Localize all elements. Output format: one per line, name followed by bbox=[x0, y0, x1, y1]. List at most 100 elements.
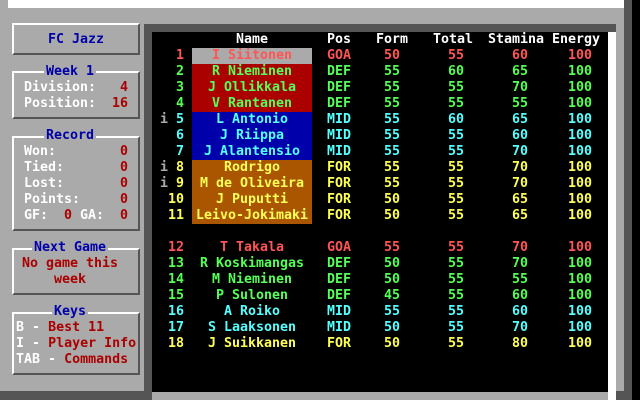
player-form: 50 bbox=[383, 192, 400, 207]
player-energy: 100 bbox=[567, 80, 592, 95]
record-title-text: Record bbox=[43, 128, 97, 143]
player-info-marker bbox=[160, 272, 168, 288]
player-row[interactable]: i 8 Rodrigo FOR 55 55 70 100 bbox=[152, 160, 608, 176]
player-form: 50 bbox=[383, 256, 400, 271]
player-position: GOA bbox=[327, 240, 352, 255]
header-energy: Energy bbox=[552, 32, 601, 47]
player-energy: 100 bbox=[567, 336, 592, 351]
player-stamina: 60 bbox=[511, 288, 528, 303]
key-best-11[interactable]: B - Best 11 bbox=[16, 320, 104, 336]
player-total: 55 bbox=[447, 288, 464, 303]
player-row[interactable]: 3 J Ollikkala DEF 55 55 70 100 bbox=[152, 80, 608, 96]
player-info-marker: i bbox=[160, 160, 169, 175]
player-total: 55 bbox=[447, 304, 464, 319]
player-form: 50 bbox=[383, 336, 400, 351]
header-form: Form bbox=[376, 32, 409, 47]
player-row[interactable]: 7 J Alantensio MID 55 55 70 100 bbox=[152, 144, 608, 160]
player-energy: 100 bbox=[567, 96, 592, 111]
player-row[interactable]: 14 M Nieminen DEF 50 55 55 100 bbox=[152, 272, 608, 288]
player-form: 55 bbox=[383, 304, 400, 319]
player-total: 55 bbox=[447, 80, 464, 95]
week-title-text: Week 1 bbox=[43, 64, 97, 79]
team-name: FC Jazz bbox=[47, 32, 105, 47]
player-position: MID bbox=[327, 320, 352, 335]
player-energy: 100 bbox=[567, 320, 592, 335]
player-stamina: 60 bbox=[511, 48, 528, 63]
player-number: 15 bbox=[168, 288, 185, 303]
player-stamina: 70 bbox=[511, 160, 528, 175]
table-frame-left bbox=[144, 24, 152, 400]
player-row[interactable]: 13 R Koskimangas DEF 50 55 70 100 bbox=[152, 256, 608, 272]
player-name: I Siitonen bbox=[192, 48, 312, 64]
key-commands[interactable]: TAB - Commands bbox=[16, 352, 128, 368]
ga-value: 0 bbox=[119, 208, 128, 223]
player-energy: 100 bbox=[567, 144, 592, 159]
player-name: Rodrigo bbox=[192, 160, 312, 176]
player-row[interactable]: 6 J Riippa MID 55 55 60 100 bbox=[152, 128, 608, 144]
player-energy: 100 bbox=[567, 272, 592, 287]
tied-value: 0 bbox=[119, 160, 128, 175]
player-row[interactable]: 2 R Nieminen DEF 55 60 65 100 bbox=[152, 64, 608, 80]
player-row[interactable]: i9 M de Oliveira FOR 55 55 70 100 bbox=[152, 176, 608, 192]
header-total: Total bbox=[433, 32, 474, 47]
player-number: 10 bbox=[168, 192, 185, 207]
player-position: DEF bbox=[327, 80, 352, 95]
player-energy: 100 bbox=[567, 160, 592, 175]
ga-label: GA: bbox=[80, 208, 105, 223]
won-label: Won: bbox=[24, 144, 57, 159]
player-position: MID bbox=[327, 144, 352, 159]
player-row[interactable]: i5 L Antonio MID 55 60 65 100 bbox=[152, 112, 608, 128]
key-separator: - bbox=[48, 352, 57, 367]
player-form: 55 bbox=[383, 128, 400, 143]
player-position: FOR bbox=[327, 336, 352, 351]
player-position: FOR bbox=[327, 208, 352, 223]
player-number: 3 bbox=[175, 80, 184, 95]
player-stamina: 55 bbox=[511, 96, 528, 111]
player-name: R Koskimangas bbox=[199, 256, 305, 271]
player-total: 55 bbox=[447, 192, 464, 207]
player-number: 9 bbox=[175, 176, 184, 191]
player-name: J Suikkanen bbox=[207, 336, 297, 351]
player-form: 55 bbox=[383, 64, 400, 79]
header-pos: Pos bbox=[327, 32, 352, 47]
key-action: Player Info bbox=[48, 336, 137, 351]
player-name: M de Oliveira bbox=[192, 176, 312, 192]
key-action: Best 11 bbox=[48, 320, 105, 335]
player-name: A Roiko bbox=[223, 304, 281, 319]
player-row[interactable]: 12 T Takala GOA 55 55 70 100 bbox=[152, 240, 608, 256]
points-value: 0 bbox=[119, 192, 128, 207]
player-row[interactable]: 4 V Rantanen DEF 55 55 55 100 bbox=[152, 96, 608, 112]
player-total: 55 bbox=[447, 336, 464, 351]
player-name: S Laaksonen bbox=[207, 320, 297, 335]
player-row[interactable]: 18 J Suikkanen FOR 50 55 80 100 bbox=[152, 336, 608, 352]
player-row[interactable]: 10 J Puputti FOR 50 55 65 100 bbox=[152, 192, 608, 208]
player-total: 55 bbox=[447, 272, 464, 287]
player-stamina: 65 bbox=[511, 192, 528, 207]
table-frame-top bbox=[144, 24, 616, 32]
player-number: 7 bbox=[175, 144, 184, 159]
player-position: DEF bbox=[327, 96, 352, 111]
player-info-marker bbox=[160, 320, 168, 336]
player-row[interactable]: 15 P Sulonen DEF 45 55 60 100 bbox=[152, 288, 608, 304]
player-name: L Antonio bbox=[192, 112, 312, 128]
player-name: J Ollikkala bbox=[192, 80, 312, 96]
bottom-frame bbox=[0, 391, 152, 400]
player-number: 13 bbox=[168, 256, 185, 271]
player-row[interactable]: 11 Leivo-Jokimaki FOR 50 55 65 100 bbox=[152, 208, 608, 224]
player-info-marker bbox=[160, 304, 168, 320]
player-total: 55 bbox=[447, 48, 464, 63]
player-number: 8 bbox=[175, 160, 184, 175]
player-energy: 100 bbox=[567, 288, 592, 303]
player-stamina: 65 bbox=[511, 112, 528, 127]
player-row[interactable]: 17 S Laaksonen MID 50 55 70 100 bbox=[152, 320, 608, 336]
key-player-info[interactable]: I - Player Info bbox=[16, 336, 136, 352]
player-position: DEF bbox=[327, 64, 352, 79]
division-label: Division: bbox=[24, 80, 97, 95]
player-name: M Nieminen bbox=[211, 272, 293, 287]
player-row[interactable]: 16 A Roiko MID 55 55 60 100 bbox=[152, 304, 608, 320]
player-position: MID bbox=[327, 112, 352, 127]
header-stamina: Stamina bbox=[488, 32, 545, 47]
player-row[interactable]: 1 I Siitonen GOA 50 55 60 100 bbox=[152, 48, 608, 64]
player-name: V Rantanen bbox=[192, 96, 312, 112]
player-name: J Alantensio bbox=[192, 144, 312, 160]
